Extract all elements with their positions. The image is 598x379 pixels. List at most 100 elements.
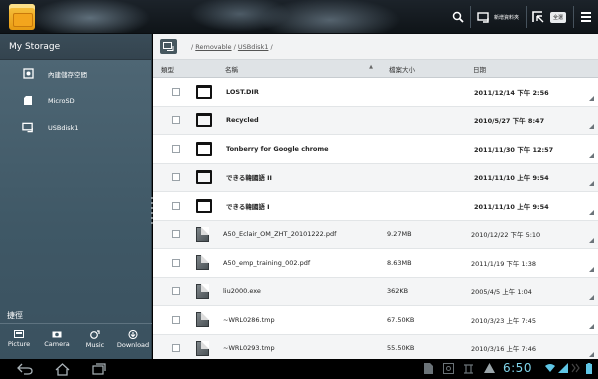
internal-storage-icon: [22, 68, 34, 80]
recent-apps-icon[interactable]: [92, 363, 106, 375]
file-size: 362KB: [387, 287, 409, 296]
shortcut-music[interactable]: Music: [76, 330, 114, 359]
sidebar-item-usbdisk1[interactable]: USBdisk1: [0, 114, 151, 141]
row-checkbox[interactable]: [172, 344, 180, 353]
system-navigation-bar: 6:50: [0, 359, 598, 379]
row-menu-corner-icon[interactable]: [589, 295, 594, 300]
file-name: A50_emp_training_002.pdf: [223, 258, 311, 267]
file-date: 2011/11/10 上午 9:54: [474, 202, 549, 211]
file-row[interactable]: Tonberry for Google chrome 2011/11/30 下午 …: [153, 135, 598, 164]
action-bar: 新增資料夾 全選: [0, 0, 598, 34]
folder-icon: [196, 84, 212, 99]
file-manager-app-icon[interactable]: [9, 4, 35, 30]
column-header-name[interactable]: 名稱 ▲: [211, 64, 381, 74]
shortcut-label: Download: [116, 341, 150, 349]
file-name: Recycled: [226, 116, 259, 125]
file-row[interactable]: ~WRL0286.tmp 67.50KB 2010/3/23 上午 7:45: [153, 306, 598, 335]
sd-card-icon: [22, 95, 34, 107]
file-row[interactable]: できる韓國語 II 2011/11/10 上午 9:54: [153, 163, 598, 192]
row-menu-corner-icon[interactable]: [589, 352, 594, 357]
row-checkbox[interactable]: [172, 87, 180, 96]
file-row[interactable]: A50_emp_training_002.pdf 8.63MB 2011/1/19 …: [153, 249, 598, 278]
sidebar-item-internal-storage[interactable]: 內建儲存空間: [0, 60, 151, 87]
keyboard-dock-icon: [571, 363, 580, 373]
signal-icon: [558, 363, 568, 373]
row-checkbox[interactable]: [172, 116, 180, 125]
up-directory-button[interactable]: [160, 39, 177, 54]
music-icon: [90, 330, 100, 339]
file-icon: [196, 255, 209, 271]
file-row[interactable]: A50_Eclair_OM_ZHT_20101222.pdf 9.27MB 2010…: [153, 220, 598, 249]
shortcut-download[interactable]: Download: [114, 330, 152, 359]
row-menu-corner-icon[interactable]: [589, 323, 594, 329]
folder-icon: [196, 170, 212, 185]
file-size: 9.27MB: [387, 230, 412, 239]
file-row[interactable]: liu2000.exe 362KB 2005/4/5 上午 1:04: [153, 277, 598, 306]
divider: [470, 6, 471, 28]
row-checkbox[interactable]: [172, 230, 180, 239]
new-folder-button[interactable]: 新增資料夾: [477, 7, 519, 27]
home-icon[interactable]: [55, 363, 70, 376]
shortcut-label: Picture: [7, 340, 31, 348]
row-menu-corner-icon[interactable]: [589, 266, 594, 272]
row-menu-corner-icon[interactable]: [589, 124, 594, 129]
new-folder-label: 新增資料夾: [494, 14, 520, 21]
shortcut-section-title: 捷徑: [0, 310, 152, 324]
file-date: 2011/12/14 下午 2:56: [474, 88, 549, 97]
select-all-icon: [532, 11, 544, 23]
warning-icon: [484, 363, 495, 373]
screenshot-icon: [443, 363, 454, 374]
breadcrumb-usbdisk1[interactable]: USBdisk1: [238, 43, 269, 51]
shortcut-picture[interactable]: Picture: [0, 330, 38, 359]
file-name: Tonberry for Google chrome: [226, 144, 329, 153]
row-checkbox[interactable]: [172, 144, 180, 153]
folder-icon: [196, 141, 212, 156]
sidebar-item-label: 內建儲存空間: [48, 70, 87, 79]
column-header-size[interactable]: 檔案大小: [381, 64, 463, 74]
row-menu-corner-icon[interactable]: [589, 152, 594, 158]
file-icon: [196, 226, 209, 242]
column-header-date[interactable]: 日期: [463, 64, 598, 74]
file-name: できる韓國語 II: [226, 174, 272, 183]
file-size: 8.63MB: [387, 258, 412, 267]
file-row[interactable]: LOST.DIR 2011/12/14 下午 2:56: [153, 78, 598, 107]
column-header-type[interactable]: 類型: [153, 64, 211, 74]
row-checkbox[interactable]: [172, 201, 180, 210]
breadcrumb-removable[interactable]: Removable: [195, 43, 231, 51]
select-all-button[interactable]: 全選: [532, 7, 567, 27]
camera-icon: [52, 331, 62, 338]
select-all-label: 全選: [550, 11, 567, 23]
wifi-icon: [545, 364, 555, 372]
file-date: 2005/4/5 上午 1:04: [471, 288, 532, 297]
sidebar-title: My Storage: [0, 34, 151, 60]
path-bar: / Removable / USBdisk1 /: [153, 34, 598, 60]
shortcut-camera[interactable]: Camera: [38, 330, 76, 359]
shortcut-label: Music: [85, 341, 105, 349]
sidebar-item-microsd[interactable]: MicroSD: [0, 87, 151, 114]
row-checkbox[interactable]: [172, 173, 180, 182]
row-menu-corner-icon[interactable]: [589, 181, 594, 186]
row-menu-corner-icon[interactable]: [589, 95, 594, 101]
overflow-menu-button[interactable]: [581, 7, 591, 27]
back-icon[interactable]: [17, 363, 33, 375]
divider: [573, 6, 574, 28]
shortcut-bar: Picture Camera Music Download: [0, 330, 152, 359]
search-button[interactable]: [452, 7, 464, 27]
row-checkbox[interactable]: [172, 258, 180, 267]
file-name: A50_Eclair_OM_ZHT_20101222.pdf: [223, 230, 337, 239]
folder-icon: [196, 113, 212, 128]
file-row[interactable]: できる韓國語 I 2011/11/10 上午 9:54: [153, 192, 598, 221]
row-menu-corner-icon[interactable]: [589, 238, 594, 243]
file-list: LOST.DIR 2011/12/14 下午 2:56 Recycled 2010/5…: [153, 78, 598, 363]
document-notification-icon: [424, 363, 433, 374]
file-size: 55.50KB: [387, 344, 415, 353]
table-header: 類型 名稱 ▲ 檔案大小 日期: [153, 60, 598, 78]
file-date: 2011/11/30 下午 12:57: [474, 145, 554, 154]
row-menu-corner-icon[interactable]: [589, 209, 594, 215]
file-row[interactable]: Recycled 2010/5/27 下午 8:47: [153, 106, 598, 135]
sidebar-item-label: MicroSD: [48, 96, 75, 105]
row-checkbox[interactable]: [172, 287, 180, 296]
file-name: liu2000.exe: [223, 287, 261, 296]
row-checkbox[interactable]: [172, 315, 180, 324]
file-name: ~WRL0286.tmp: [223, 315, 275, 324]
